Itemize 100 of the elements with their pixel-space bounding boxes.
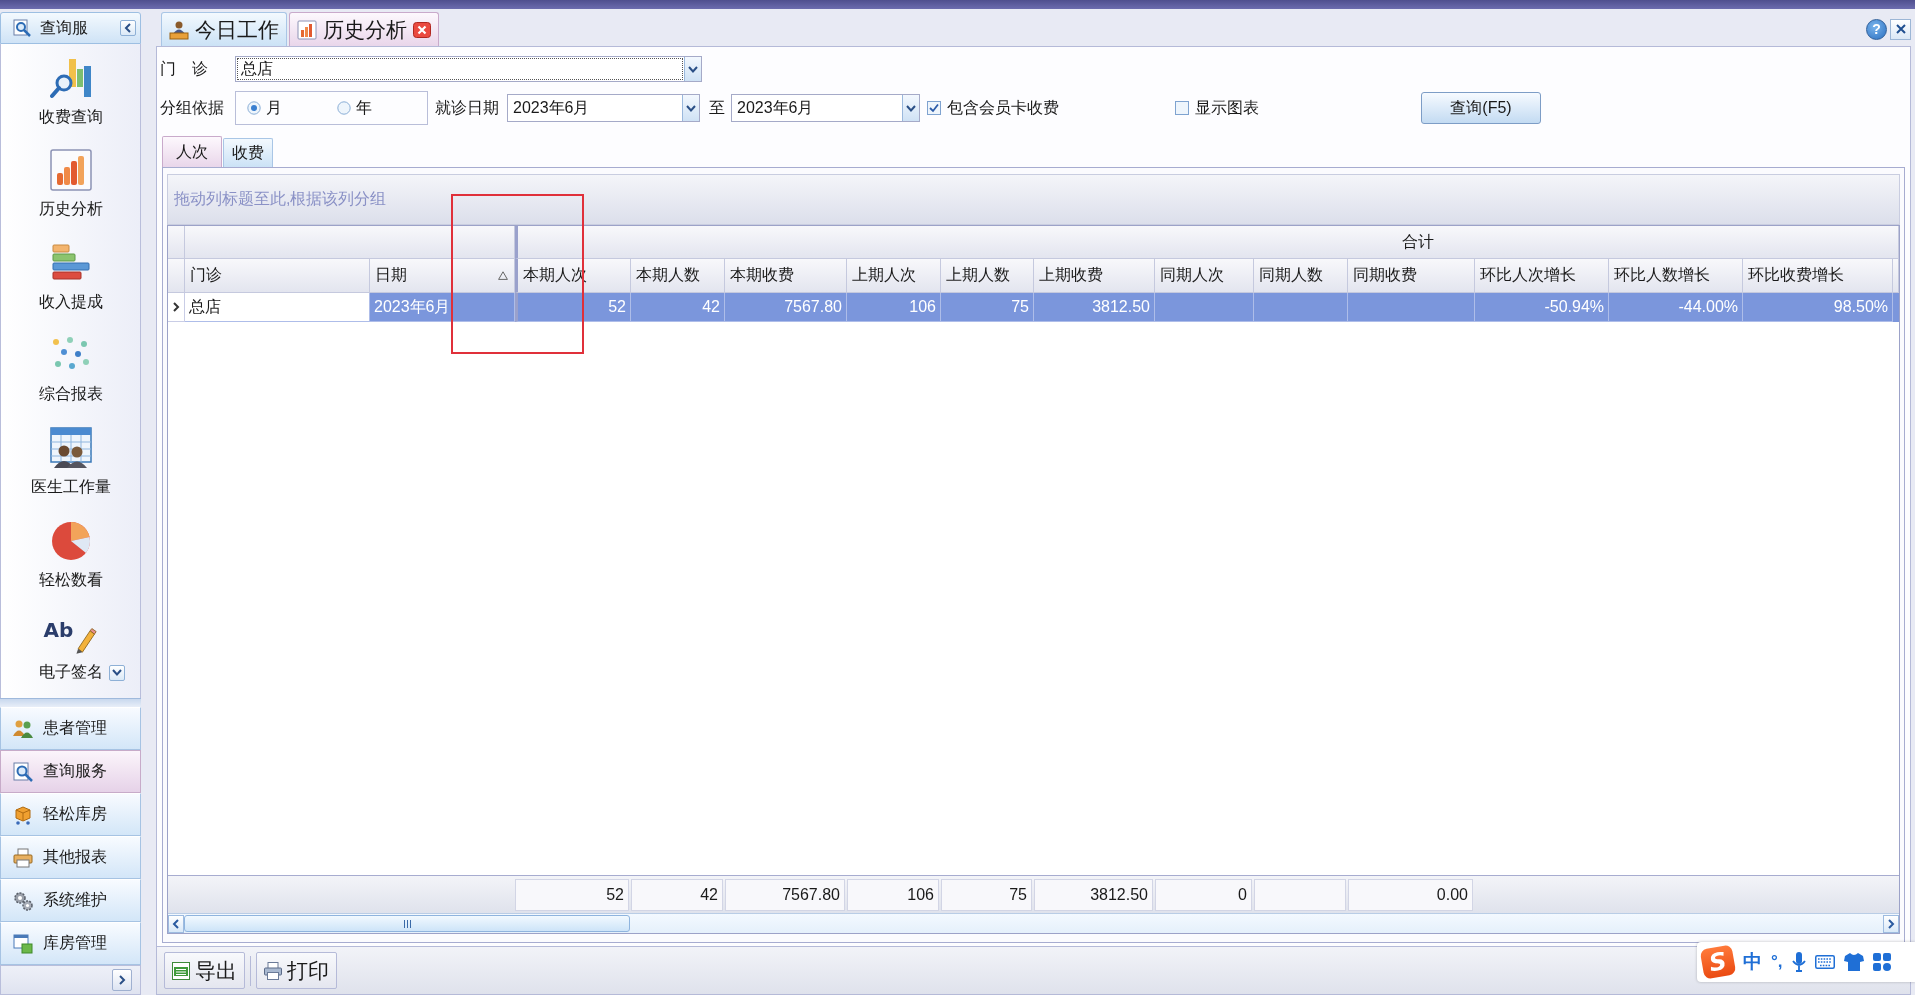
printer-icon [264, 961, 282, 980]
column-header[interactable]: 本期收费 [725, 259, 847, 293]
scrollbar-thumb[interactable] [184, 915, 630, 932]
table-cell: 98.50% [1743, 293, 1893, 322]
date-from-dropdown[interactable]: 2023年6月 [507, 94, 700, 122]
field-label: 就诊日期 [435, 97, 499, 118]
sidebar-item[interactable]: Ab 电子签名 [1, 602, 140, 693]
radio-option[interactable]: 月 [247, 97, 337, 119]
dropdown-button[interactable] [682, 95, 699, 121]
grid-icon[interactable] [1872, 953, 1891, 971]
microphone-icon[interactable] [1791, 952, 1806, 972]
group-panel: 拖动列标题至此,根据该列分组 [167, 174, 1900, 225]
column-header[interactable]: 上期人数 [941, 259, 1034, 293]
table-cell: -44.00% [1609, 293, 1743, 322]
clinic-dropdown[interactable]: 总店 [235, 56, 702, 82]
nav-button[interactable]: 其他报表 [0, 836, 141, 879]
close-icon[interactable] [413, 21, 431, 38]
query-button[interactable]: 查询(F5) [1421, 92, 1541, 124]
total-cell: 75 [941, 878, 1032, 911]
sidebar-item[interactable]: 医生工作量 [1, 417, 140, 508]
tab[interactable]: 历史分析 [289, 12, 439, 46]
total-cell: 0.00 [1348, 878, 1473, 911]
column-header[interactable]: 同期人次 [1155, 259, 1254, 293]
table-cell: 7567.80 [725, 293, 847, 322]
column-header[interactable]: 环比人次增长 [1475, 259, 1609, 293]
checkbox-option[interactable]: 显示图表 [1175, 97, 1259, 119]
nav-button[interactable]: 库房管理 [0, 922, 141, 965]
column-header[interactable]: 上期收费 [1034, 259, 1155, 293]
column-header[interactable]: 同期人数 [1254, 259, 1348, 293]
nav-button[interactable]: 患者管理 [0, 707, 141, 750]
band-header: 合计 [515, 226, 1899, 259]
nav-button[interactable]: 查询服务 [0, 750, 141, 793]
scroll-down-button[interactable] [108, 664, 125, 681]
dropdown-button[interactable] [902, 95, 919, 121]
column-header[interactable]: 环比收费增长 [1743, 259, 1893, 293]
date-to-dropdown[interactable]: 2023年6月 [731, 94, 920, 122]
scroll-right-button[interactable] [1883, 914, 1899, 933]
toolbar-button[interactable]: 导出 [164, 952, 245, 989]
table-cell: 3812.50 [1034, 293, 1155, 322]
expand-button[interactable] [112, 969, 132, 991]
shirt-icon[interactable] [1843, 953, 1864, 971]
person-at-desk-icon [169, 19, 189, 40]
sidebar-item[interactable]: 收入提成 [1, 232, 140, 323]
sidebar-title: 查询服 [40, 17, 89, 38]
close-button[interactable] [1890, 18, 1911, 40]
punctuation-toggle[interactable]: °, [1771, 952, 1783, 972]
search-icon [13, 19, 31, 37]
table-cell: 总店 [185, 293, 370, 322]
column-header[interactable]: 环比人数增长 [1609, 259, 1743, 293]
grip-icon [403, 919, 411, 928]
column-header[interactable]: 本期人数 [631, 259, 725, 293]
collapse-button[interactable] [120, 20, 136, 36]
table-cell: 42 [631, 293, 725, 322]
horizontal-scrollbar[interactable] [168, 913, 1899, 933]
field-label: 门 诊 [160, 58, 209, 79]
spreadsheet-icon [172, 961, 190, 980]
tab[interactable]: 今日工作 [161, 12, 287, 46]
scroll-left-button[interactable] [168, 914, 184, 933]
checkbox-option[interactable]: 包含会员卡收费 [927, 97, 1059, 119]
nav-button[interactable]: 轻松库房 [0, 793, 141, 836]
chevron-left-icon [124, 23, 132, 33]
sidebar-item[interactable]: 历史分析 [1, 139, 140, 230]
toolbar-button[interactable]: 打印 [256, 952, 337, 989]
input-mode-toggle[interactable]: 中 [1743, 949, 1762, 975]
chevron-left-icon [172, 918, 180, 929]
total-cell: 7567.80 [725, 878, 845, 911]
table-cell: 106 [847, 293, 941, 322]
search-icon [13, 761, 33, 782]
dropdown-button[interactable] [684, 57, 701, 81]
sidebar-item[interactable]: 轻松数看 [1, 510, 140, 601]
chevron-down-icon [686, 104, 696, 112]
total-cell: 42 [631, 878, 723, 911]
column-header[interactable]: 门诊 [185, 259, 370, 293]
bar-chart-magnifier-icon [49, 56, 92, 99]
nav-button[interactable]: 系统维护 [0, 879, 141, 922]
table-row[interactable]: 总店 2023年6月 52 42 7567.80 106 75 3812.50 -50.94% -44.00% 98.50% [168, 293, 1899, 322]
field-label: 至 [709, 97, 725, 118]
chevron-right-icon [118, 975, 126, 985]
column-header[interactable]: 上期人次 [847, 259, 941, 293]
close-icon [1895, 24, 1906, 34]
sidebar-item[interactable]: 综合报表 [1, 324, 140, 415]
keyboard-icon[interactable] [1814, 955, 1835, 969]
column-header[interactable]: 同期收费 [1348, 259, 1475, 293]
bar-chart-icon [297, 19, 317, 40]
people-grid-icon [49, 427, 92, 470]
column-header[interactable]: 日期 [370, 259, 515, 293]
pie-chart-icon [49, 519, 92, 562]
corner-header [168, 259, 185, 293]
field-label: 分组依据 [160, 97, 225, 118]
radio-option[interactable]: 年 [337, 97, 427, 119]
corner-header [168, 226, 185, 259]
total-cell: 0 [1155, 878, 1252, 911]
printer-icon [13, 847, 33, 868]
table-cell: -50.94% [1475, 293, 1609, 322]
chevron-down-icon [906, 104, 916, 112]
tab[interactable]: 人次 [162, 136, 222, 167]
table-cell: 52 [515, 293, 631, 322]
sidebar-item[interactable]: 收费查询 [1, 47, 140, 138]
tab[interactable]: 收费 [223, 138, 273, 167]
chevron-right-icon [1887, 918, 1895, 929]
